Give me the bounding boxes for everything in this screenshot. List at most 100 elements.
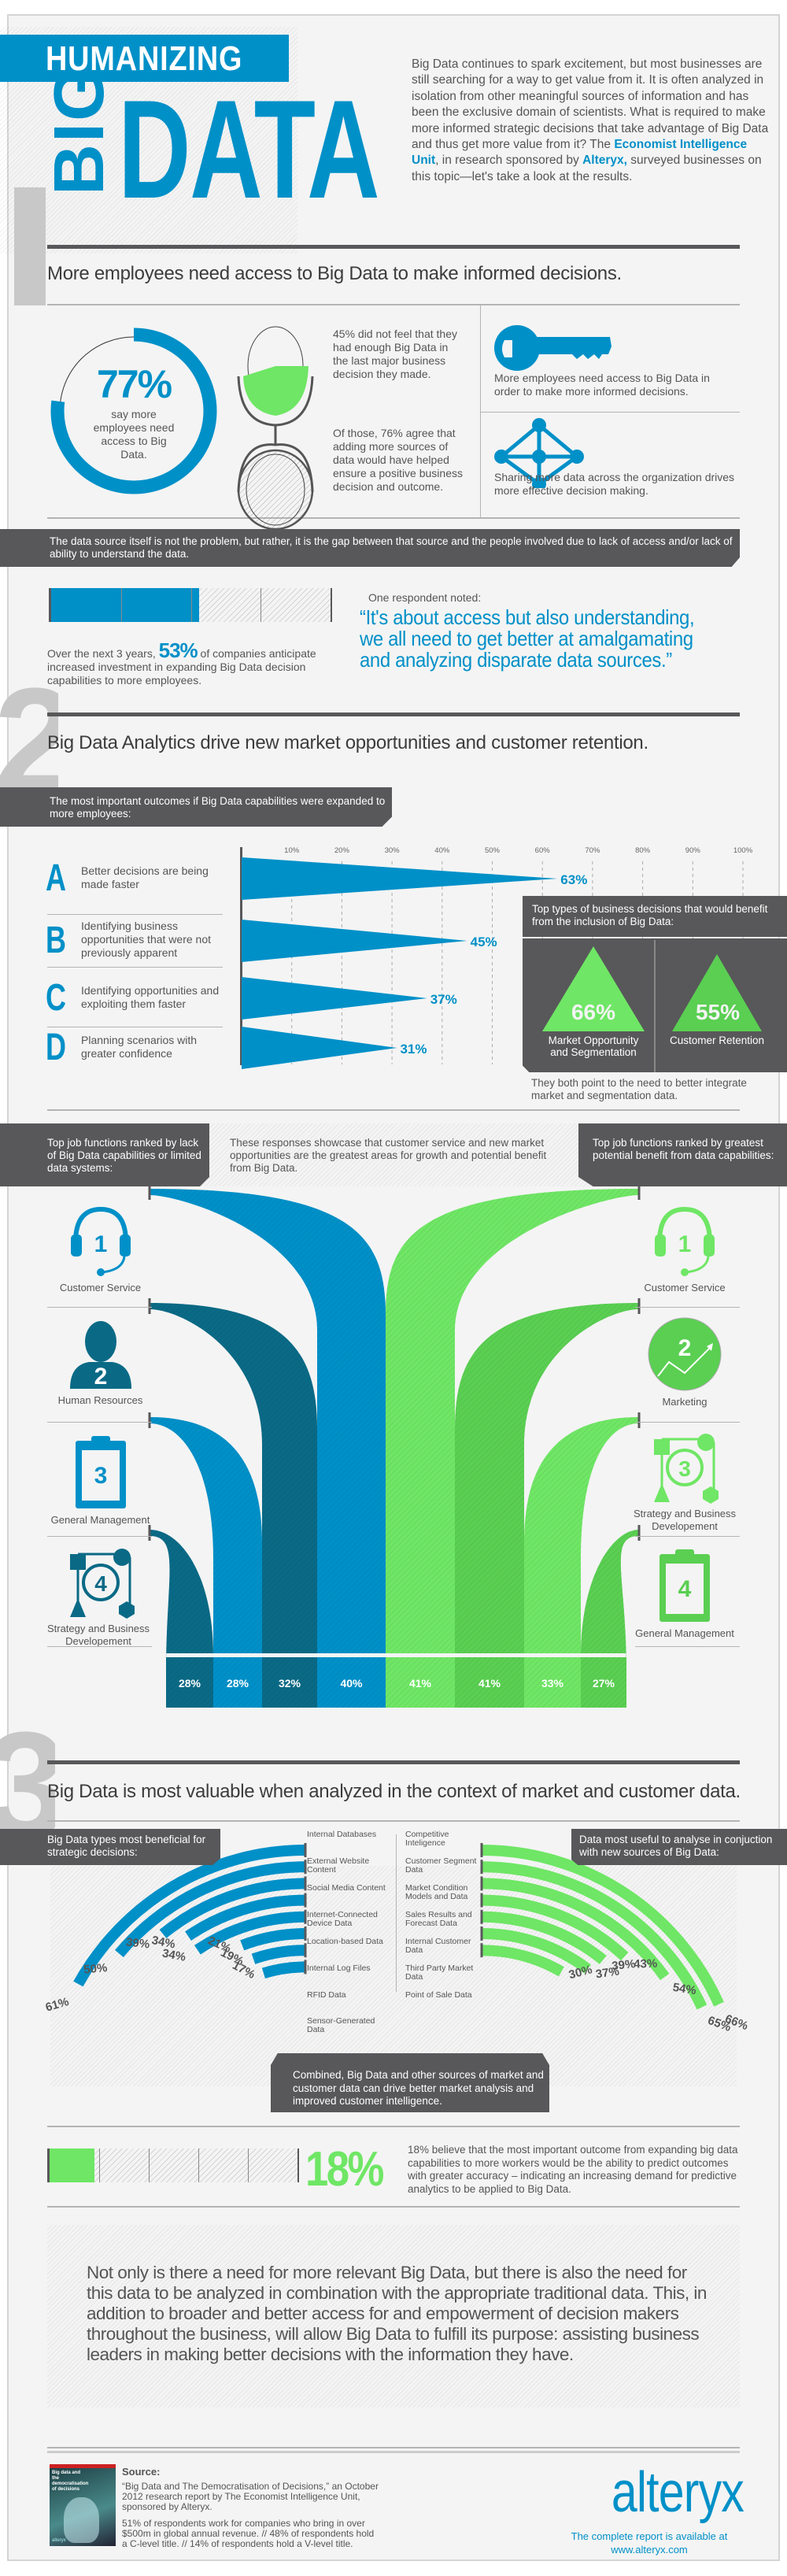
alteryx-logo[interactable]: alteryx [586,2460,745,2525]
arc-value-label: 30% [567,1963,593,1982]
left-type-label: Sensor-Generated Data [307,2016,375,2035]
right-type-label: Sales Results and Forecast Data [405,1909,472,1928]
cta-line-1: The complete report is available at [571,2530,728,2542]
left-function-1: 1 Customer Service [47,1203,153,1294]
report-cta: The complete report is available at www.… [559,2530,740,2556]
right-type-label: Customer Segment Data [405,1856,477,1875]
right-types-header: Data most useful to analyse in conjuctio… [571,1829,787,1865]
rank-2: 2 [94,1364,107,1390]
footer-divider-2 [47,2451,740,2453]
divider [47,1422,152,1423]
conclusion-panel: Not only is there a need for more releva… [47,2225,740,2408]
left-types-header: Big Data types most beneficial for strat… [0,1829,220,1865]
right-type-label: Third Party Market Data [405,1963,474,1982]
predict-text: 18% believe that the most important outc… [408,2144,738,2195]
stream-value-label: 33% [541,1677,564,1690]
outcome-value-label: 45% [471,935,497,949]
rank-2: 2 [678,1335,692,1361]
right-function-1-label: Customer Service [644,1282,726,1294]
center-note: These responses showcase that customer s… [230,1137,547,1174]
predict-progress-fill [50,2149,94,2182]
outcome-bar [242,920,467,962]
right-function-3-label: Strategy and Business Developement [633,1508,737,1532]
section2-divider [47,1109,740,1111]
bar-tick [99,2149,100,2182]
left-function-2: 2 Human Resources [47,1319,153,1406]
left-functions-header: Top job functions ranked by lack of Big … [0,1123,209,1186]
rank-4: 4 [678,1576,692,1602]
headset-icon: 1 [655,1206,715,1276]
respondents-text: 51% of respondents work for companies wh… [122,2518,375,2549]
arc-value-label: 37% [595,1964,620,1981]
source-label: Source: [122,2466,161,2478]
rank-4: 4 [94,1571,107,1596]
outcome-bar [242,1027,397,1069]
combined-note: Combined, Big Data and other sources of … [271,2053,549,2112]
arc-value-label: 43% [634,1957,658,1971]
decisions-header: Top types of business decisions that wou… [523,896,787,937]
stream-value-label: 41% [409,1677,432,1690]
infographic-page: HUMANIZING BIG DATA Big Data continues t… [0,0,787,2576]
arc-value-label: 50% [83,1961,108,1977]
right-function-4: 4 General Management [630,1548,740,1639]
stream-value-label: 28% [227,1677,249,1690]
stream-value-label: 40% [340,1677,363,1690]
types-center-divider [396,1834,397,1992]
decision-label-2: Customer Retention [669,1034,765,1046]
right-type-label: Competitive Inteligence [405,1830,449,1848]
outcome-value-label: 31% [400,1042,427,1057]
divider [47,1307,152,1308]
right-type-label: Point of Sale Data [405,1989,472,2000]
divider [47,1536,152,1537]
right-function-2: 2 Marketing [630,1316,740,1408]
section3-divider-3 [47,2206,740,2208]
left-type-label: Social Media Content [307,1882,386,1893]
flowchart-icon: 4 [69,1549,135,1619]
right-function-4-label: General Management [635,1627,734,1639]
source-text: “Big Data and The Democratisation of Dec… [122,2481,379,2512]
footer-divider-1 [47,2447,740,2448]
outcomes-chart: 63% 45% 37% 31% [242,857,744,1069]
left-type-label: External Website Content [307,1856,370,1875]
headset-icon: 1 [70,1206,131,1276]
stream-value-label: 32% [279,1677,301,1690]
rank-3: 3 [678,1456,691,1481]
report-cover-image: Big data and the democratisation of deci… [50,2464,116,2546]
decisions-divider [654,940,656,1072]
divider [635,1422,740,1423]
decision-value-2: 55% [695,1000,741,1024]
arc-value-label: 17% [230,1959,257,1982]
stream-value-label: 27% [593,1677,615,1690]
divider [635,1646,740,1647]
conclusion-text: Not only is there a need for more releva… [87,2263,707,2364]
section3-divider [47,1820,740,1822]
flowchart-icon: 3 [654,1434,719,1504]
left-type-label: Internet-Connected Device Data [307,1909,378,1928]
stream-value-label: 41% [478,1677,501,1690]
left-type-label: Internal Log Files [307,1963,371,1973]
left-type-label: Location-based Data [307,1936,383,1946]
type-arc-left [261,1961,306,1979]
right-function-3: 3 Strategy and Business Developement [630,1431,740,1533]
right-type-label: Market Condition Models and Data [405,1882,468,1901]
rank-1: 1 [94,1231,107,1257]
bar-tick [149,2149,150,2182]
outcome-bar [242,977,427,1020]
left-function-3-label: General Management [50,1514,150,1526]
type-arc-left [251,1945,306,1964]
section3-divider-2 [47,2126,740,2127]
right-functions-header: Top job functions ranked by greatest pot… [578,1123,787,1186]
cta-link[interactable]: www.alteryx.com [559,2543,740,2556]
person-icon: 2 [69,1321,131,1390]
right-function-2-label: Marketing [662,1396,708,1408]
cover-head-silhouette [64,2497,99,2543]
decisions-panel: 66% Market Opportunity and Segmentation … [523,938,787,1072]
left-type-label: RFID Data [307,1989,346,2000]
cover-title: Big data and the democratisation of deci… [52,2471,89,2492]
cover-brand: alteryx [52,2538,66,2543]
section3-number: 3 [0,1724,55,1834]
divider [635,1536,740,1537]
growth-chart-icon: 2 [648,1317,722,1391]
arc-value-label: 54% [672,1981,697,1997]
section3-rule [47,1760,740,1764]
